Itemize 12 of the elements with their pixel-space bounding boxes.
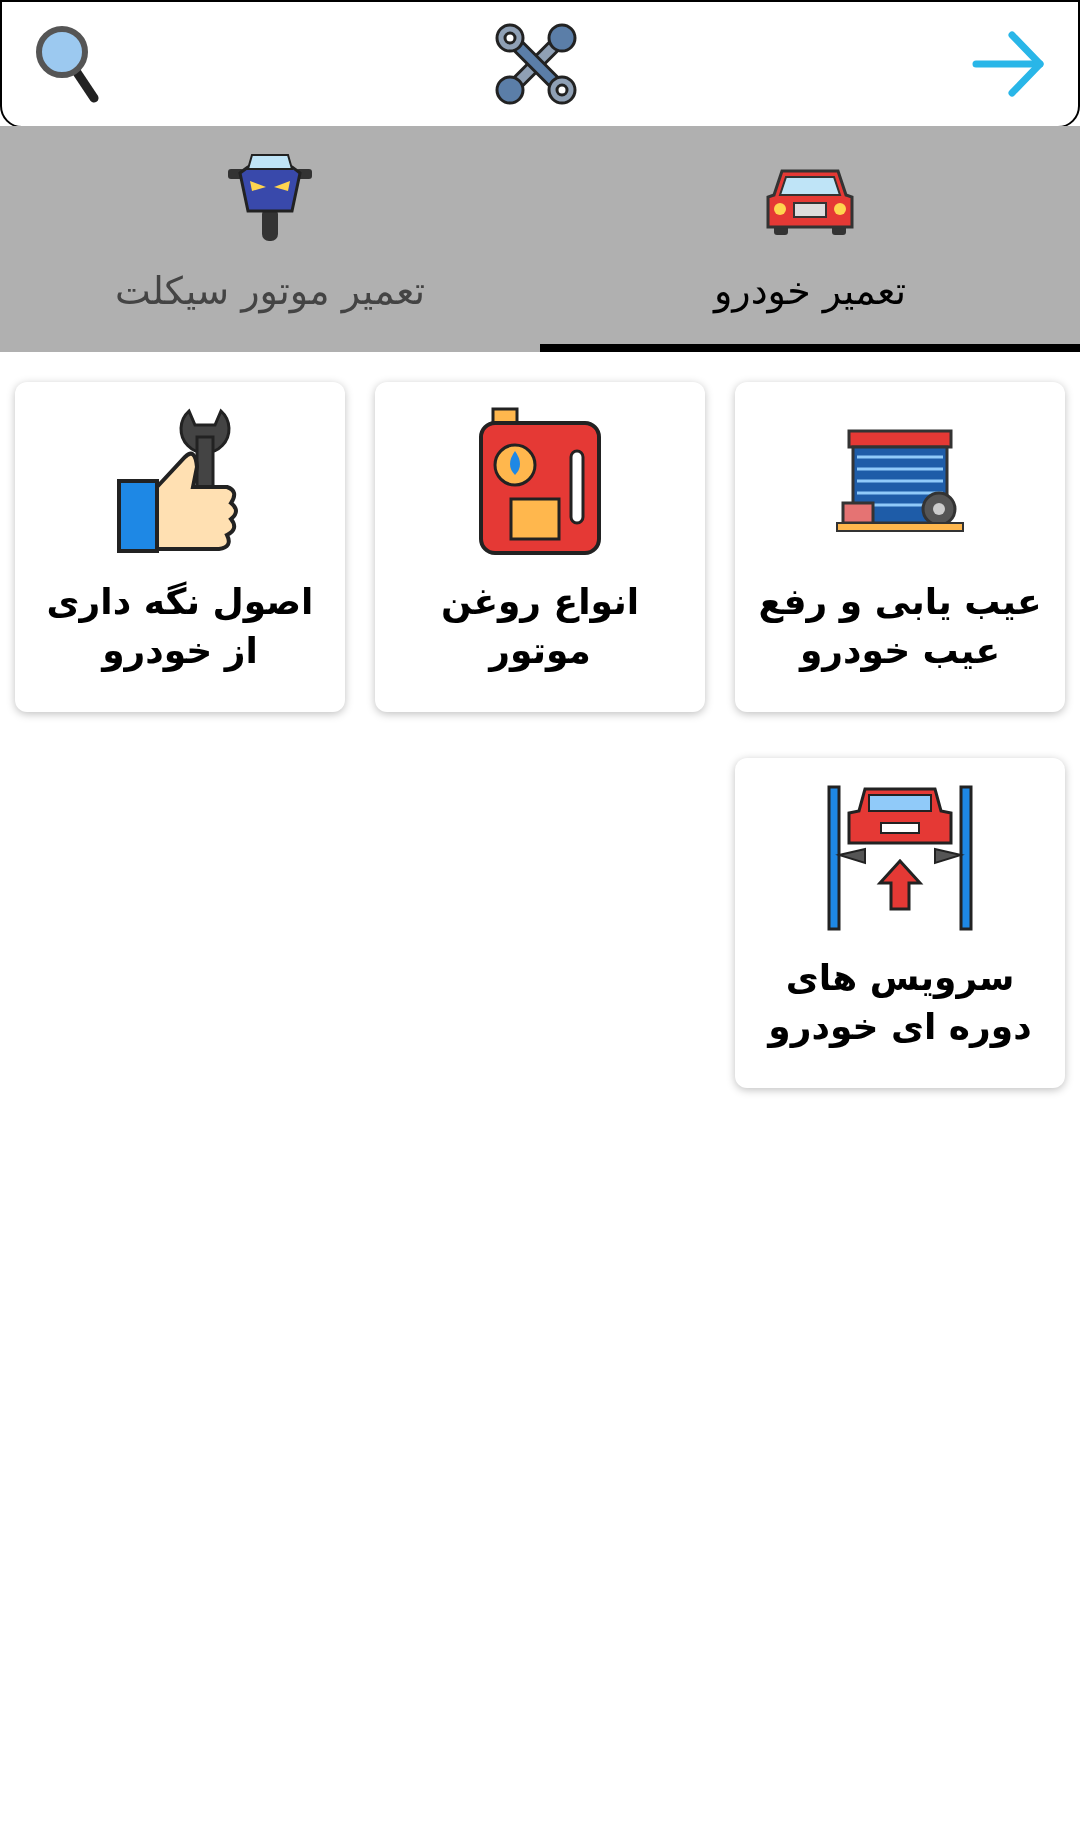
card-title: انواع روغن موتور [440, 580, 640, 674]
topic-card[interactable]: عیب یابی و رفع عیب خودرو [735, 382, 1065, 712]
card-title: عیب یابی و رفع عیب خودرو [757, 580, 1043, 674]
topic-card[interactable]: اصول نگه داری از خودرو [15, 382, 345, 712]
card-title: اصول نگه داری از خودرو [45, 580, 315, 674]
card-title: سرویس های دوره ای خودرو [765, 956, 1033, 1050]
search-icon[interactable] [34, 24, 100, 104]
topic-card[interactable]: سرویس های دوره ای خودرو [735, 758, 1065, 1088]
category-tab[interactable]: تعمیر موتور سیکلت [0, 126, 540, 352]
car-lift-icon [825, 783, 975, 933]
topic-card[interactable]: انواع روغن موتور [375, 382, 705, 712]
category-tab[interactable]: تعمیر خودرو [540, 126, 1080, 352]
